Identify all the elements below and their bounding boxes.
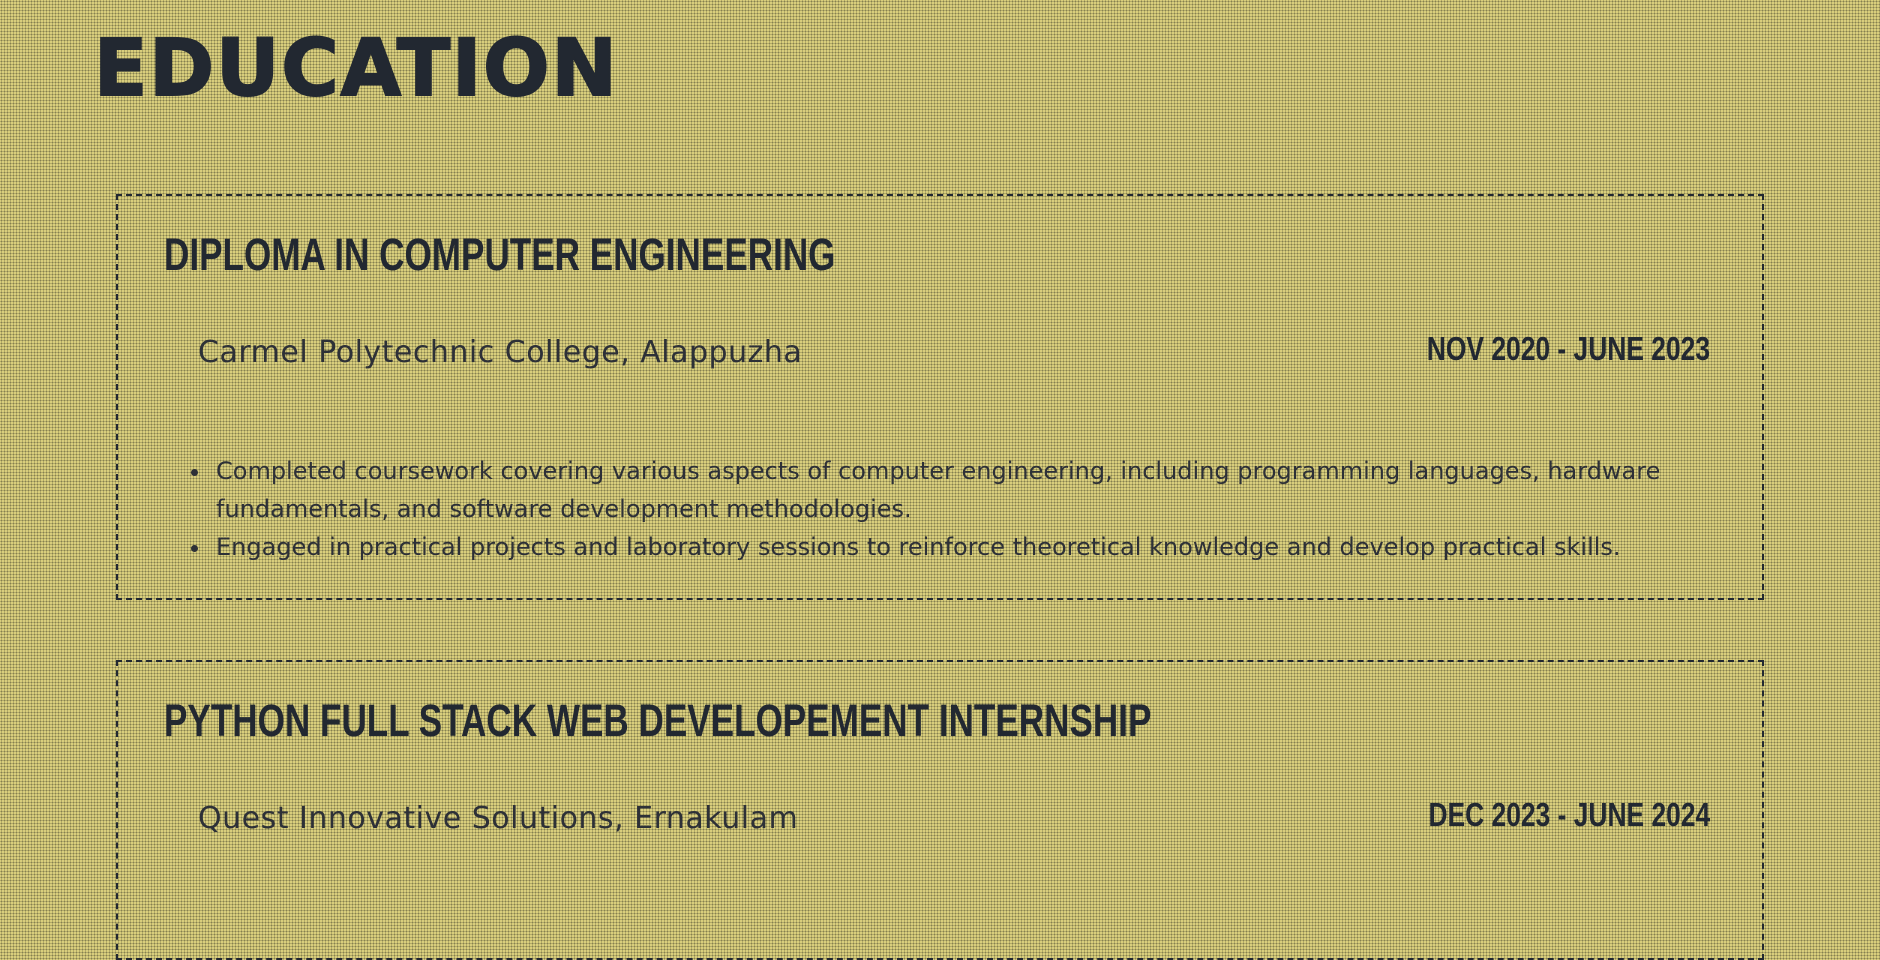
highlight-item: Engaged in practical projects and labora…: [212, 528, 1728, 566]
institution-name: Quest Innovative Solutions, Ernakulam: [198, 801, 799, 836]
date-range: NOV 2020 - JUNE 2023: [1426, 330, 1710, 367]
degree-title: PYTHON FULL STACK WEB DEVELOPEMENT INTER…: [164, 695, 1152, 746]
institution-name: Carmel Polytechnic College, Alappuzha: [198, 335, 803, 370]
section-title: EDUCATION: [93, 24, 619, 114]
highlight-item: Completed coursework covering various as…: [212, 452, 1728, 528]
degree-title: DIPLOMA IN COMPUTER ENGINEERING: [164, 229, 836, 280]
education-entry-card: DIPLOMA IN COMPUTER ENGINEERING Carmel P…: [116, 194, 1764, 600]
highlights-list: Completed coursework covering various as…: [168, 452, 1728, 566]
date-range: DEC 2023 - JUNE 2024: [1428, 796, 1710, 833]
education-entry-card: PYTHON FULL STACK WEB DEVELOPEMENT INTER…: [116, 660, 1764, 960]
